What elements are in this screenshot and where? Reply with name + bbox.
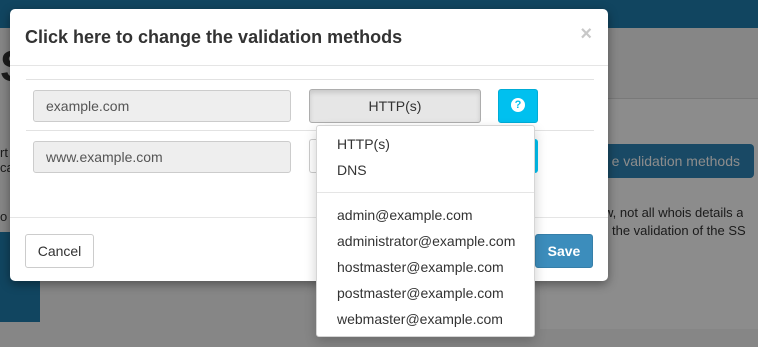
dropdown-item-email[interactable]: admin@example.com [317,202,534,228]
dropdown-item-http[interactable]: HTTP(s) [317,131,534,157]
dropdown-item-dns[interactable]: DNS [317,157,534,183]
dropdown-item-email[interactable]: hostmaster@example.com [317,254,534,280]
domain-field: example.com [33,90,291,122]
row-divider [26,79,594,80]
close-icon[interactable]: × [580,23,592,46]
question-circle-icon: ? [511,98,525,112]
validation-method-dropdown: HTTP(s) DNS admin@example.com administra… [316,125,535,337]
dropdown-divider [317,192,534,193]
dropdown-item-email[interactable]: postmaster@example.com [317,280,534,306]
modal-header: Click here to change the validation meth… [10,9,608,66]
modal-title[interactable]: Click here to change the validation meth… [25,27,402,48]
domain-field: www.example.com [33,141,291,173]
help-button[interactable]: ? [498,89,538,123]
dropdown-item-email[interactable]: administrator@example.com [317,228,534,254]
cancel-button[interactable]: Cancel [25,234,94,268]
validation-method-select[interactable]: HTTP(s) [309,89,481,123]
dropdown-item-email[interactable]: webmaster@example.com [317,306,534,332]
save-button[interactable]: Save [535,234,593,268]
